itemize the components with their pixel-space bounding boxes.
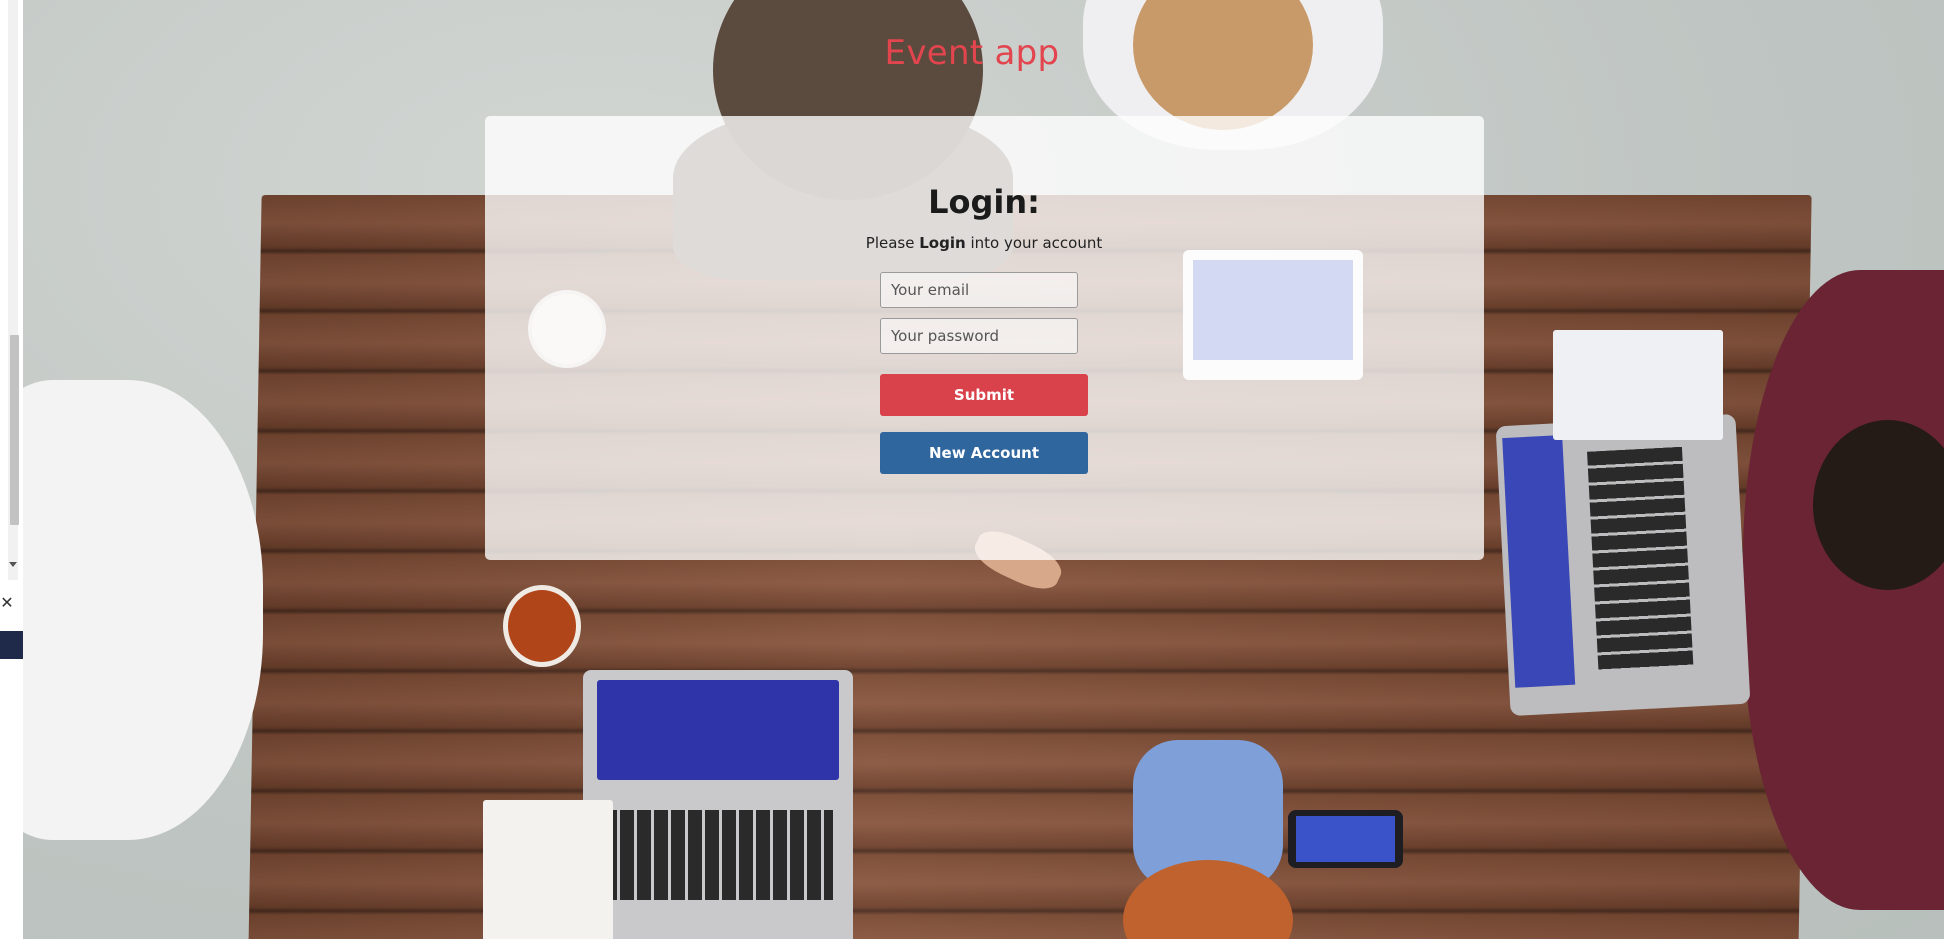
close-icon[interactable]: ✕ xyxy=(0,595,14,611)
side-panel-strip: ✕ xyxy=(0,0,23,939)
side-panel-block xyxy=(0,631,23,659)
laptop-screen xyxy=(1502,435,1576,688)
laptop-screen xyxy=(597,680,839,780)
chevron-down-icon[interactable] xyxy=(9,562,17,567)
scrollbar-thumb[interactable] xyxy=(10,335,19,525)
page: ✕ Event app Login: Please Login into you… xyxy=(0,0,1944,939)
subtitle-emphasis: Login xyxy=(919,234,966,252)
submit-button[interactable]: Submit xyxy=(880,374,1088,416)
subtitle-prefix: Please xyxy=(865,234,915,252)
phone xyxy=(1288,810,1403,868)
laptop-right xyxy=(1495,413,1751,717)
tea-cup xyxy=(503,585,581,667)
laptop-keyboard xyxy=(1587,446,1694,672)
login-subtitle: Please Login into your account xyxy=(0,234,1944,252)
person-right xyxy=(1743,270,1944,910)
laptop-keyboard xyxy=(603,810,833,900)
notebook xyxy=(483,800,613,939)
person-left xyxy=(23,380,263,840)
laptop-bottom xyxy=(583,670,853,939)
new-account-button[interactable]: New Account xyxy=(880,432,1088,474)
notepad xyxy=(1553,330,1723,440)
email-field[interactable] xyxy=(880,272,1078,308)
login-heading: Login: xyxy=(928,183,1040,221)
phone-screen xyxy=(1296,816,1395,862)
password-field[interactable] xyxy=(880,318,1078,354)
app-title: Event app xyxy=(884,33,1060,73)
subtitle-suffix: into your account xyxy=(970,234,1103,252)
